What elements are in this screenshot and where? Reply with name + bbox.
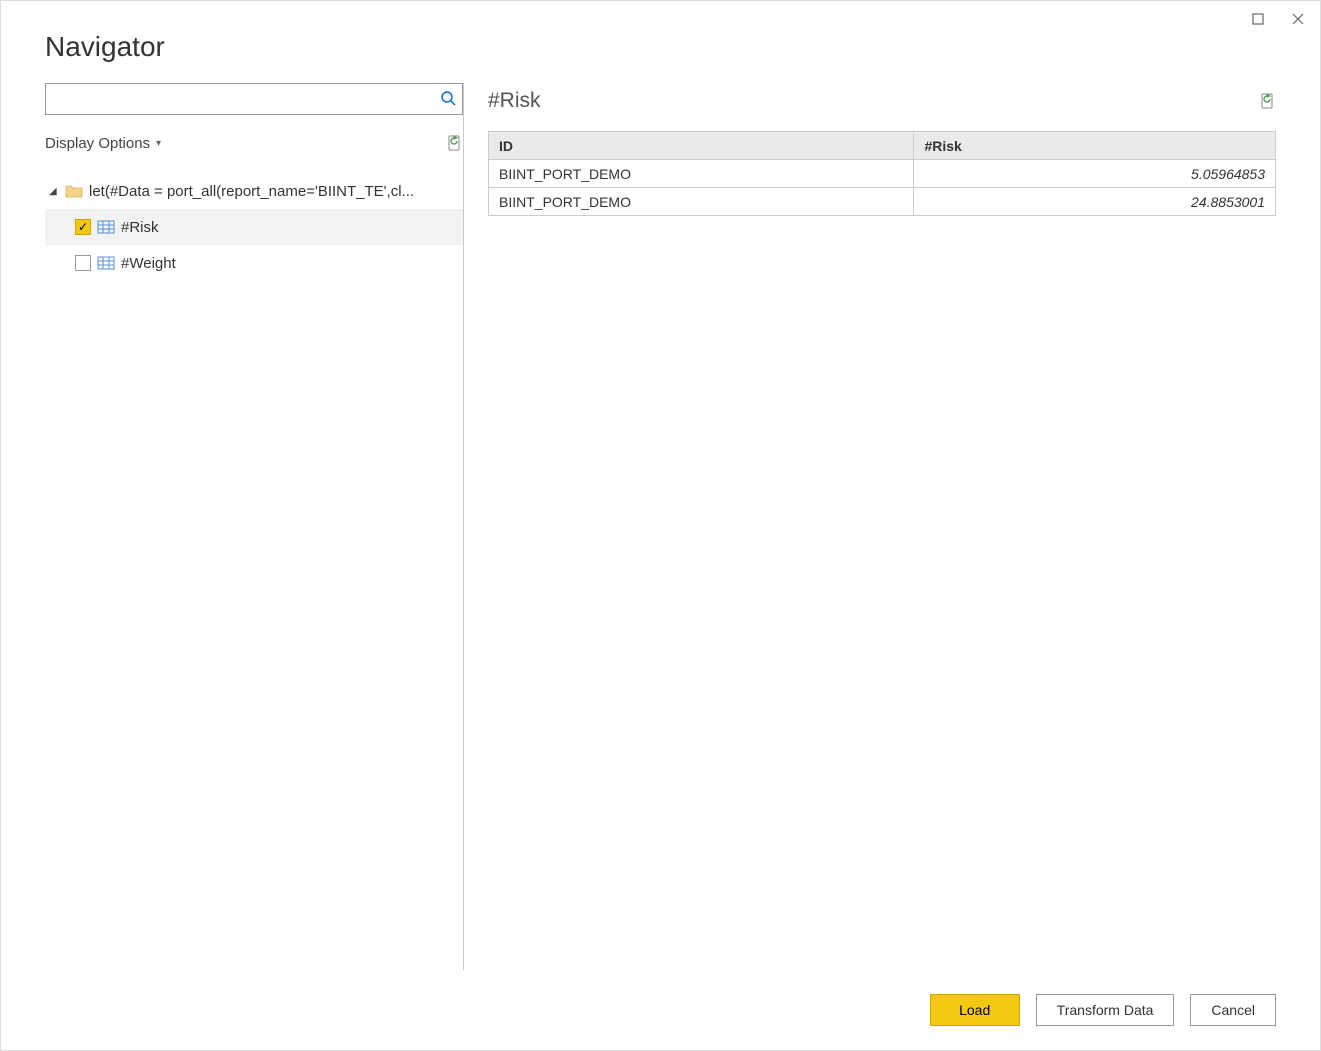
preview-table: ID #Risk BIINT_PORT_DEMO 5.05964853 BIIN… (488, 131, 1276, 216)
search-input[interactable] (52, 90, 440, 108)
cancel-button[interactable]: Cancel (1190, 994, 1276, 1026)
checkbox-risk[interactable]: ✓ (75, 219, 91, 235)
search-icon[interactable] (440, 90, 456, 109)
refresh-tree-icon[interactable] (447, 135, 463, 151)
display-options-row: Display Options ▾ (45, 127, 463, 159)
col-header-id[interactable]: ID (489, 132, 914, 160)
page-title: Navigator (1, 1, 1320, 83)
table-icon (97, 256, 115, 270)
cell-risk: 24.8853001 (914, 188, 1276, 216)
table-row[interactable]: BIINT_PORT_DEMO 5.05964853 (489, 160, 1276, 188)
tree-item-risk[interactable]: ✓ #Risk (45, 209, 463, 245)
table-icon (97, 220, 115, 234)
tree-item-label: #Weight (121, 255, 463, 272)
col-header-risk[interactable]: #Risk (914, 132, 1276, 160)
preview-title: #Risk (488, 89, 541, 113)
table-header-row: ID #Risk (489, 132, 1276, 160)
navigator-tree: ◢ let(#Data = port_all(report_name='BIIN… (45, 173, 463, 281)
expander-icon[interactable]: ◢ (49, 186, 59, 197)
footer: Load Transform Data Cancel (1, 970, 1320, 1050)
left-pane: Display Options ▾ ◢ let(#Data = port_all… (45, 83, 463, 970)
window-controls (1250, 11, 1306, 27)
transform-button[interactable]: Transform Data (1036, 994, 1175, 1026)
load-button[interactable]: Load (930, 994, 1020, 1026)
navigator-window: Navigator Display Options ▾ (0, 0, 1321, 1051)
search-box[interactable] (45, 83, 463, 115)
cell-id: BIINT_PORT_DEMO (489, 160, 914, 188)
tree-root-label: let(#Data = port_all(report_name='BIINT_… (89, 183, 463, 200)
cell-id: BIINT_PORT_DEMO (489, 188, 914, 216)
refresh-preview-icon[interactable] (1260, 93, 1276, 109)
folder-icon (65, 184, 83, 198)
right-pane: #Risk ID #Risk BIINT_PORT_DEMO 5.0596485… (464, 83, 1276, 970)
tree-root-row[interactable]: ◢ let(#Data = port_all(report_name='BIIN… (45, 173, 463, 209)
cell-risk: 5.05964853 (914, 160, 1276, 188)
display-options-label: Display Options (45, 135, 150, 152)
chevron-down-icon: ▾ (156, 138, 161, 149)
tree-item-weight[interactable]: #Weight (45, 245, 463, 281)
content-area: Display Options ▾ ◢ let(#Data = port_all… (1, 83, 1320, 970)
tree-item-label: #Risk (121, 219, 463, 236)
display-options-dropdown[interactable]: Display Options ▾ (45, 135, 161, 152)
checkbox-weight[interactable] (75, 255, 91, 271)
maximize-icon[interactable] (1250, 11, 1266, 27)
close-icon[interactable] (1290, 11, 1306, 27)
preview-header: #Risk (488, 83, 1276, 119)
table-row[interactable]: BIINT_PORT_DEMO 24.8853001 (489, 188, 1276, 216)
